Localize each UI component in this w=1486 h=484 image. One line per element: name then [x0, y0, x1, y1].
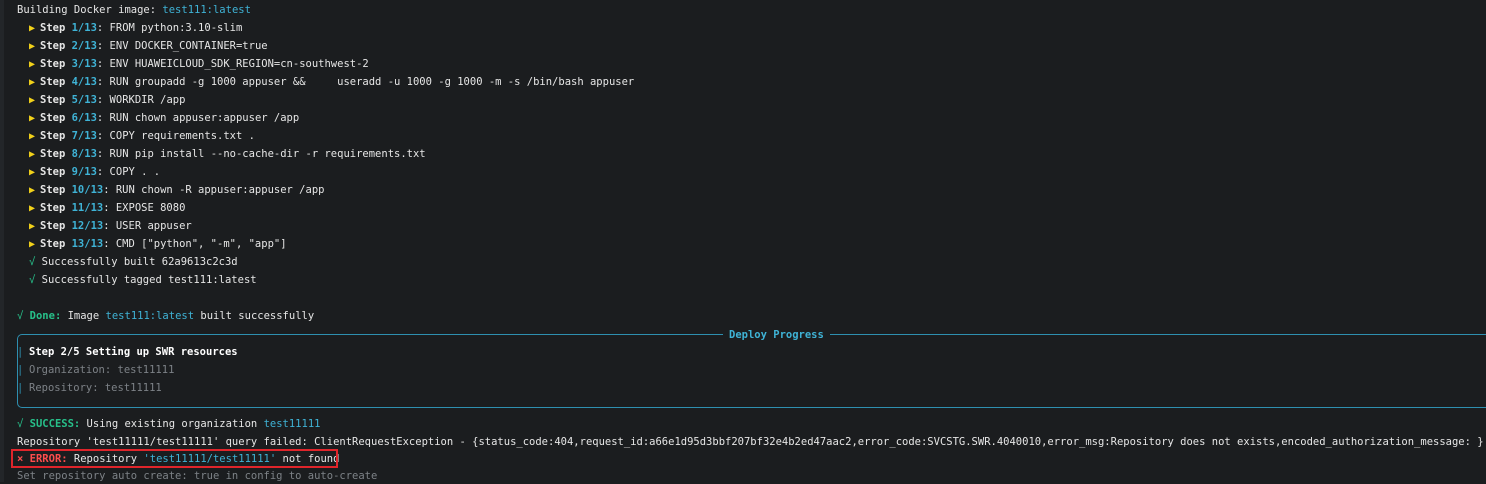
build-step-line: ▶ Step 11/13: EXPOSE 8080: [29, 200, 185, 216]
build-step-line: ▶ Step 12/13: USER appuser: [29, 218, 192, 234]
error-highlight-box: [11, 449, 338, 468]
step-command: : ENV HUAWEICLOUD_SDK_REGION=cn-southwes…: [96, 58, 369, 70]
step-arrow-icon: ▶: [29, 167, 36, 178]
step-arrow-icon: ▶: [29, 77, 36, 88]
step-command: : RUN groupadd -g 1000 appuser && userad…: [96, 76, 635, 88]
deploy-org-line: | Organization: test11111: [17, 362, 174, 378]
step-command: : RUN chown -R appuser:appuser /app: [103, 184, 325, 196]
success-label: SUCCESS:: [29, 418, 81, 430]
step-arrow-icon: ▶: [29, 185, 36, 196]
step-arrow-icon: ▶: [29, 221, 36, 232]
build-step-line: ▶ Step 3/13: ENV HUAWEICLOUD_SDK_REGION=c…: [29, 56, 369, 72]
built-line: √ Successfully built 62a9613c2c3d: [29, 254, 238, 270]
step-word: Step: [40, 184, 72, 196]
step-number: 5/13: [71, 94, 97, 106]
build-step-line: ▶ Step 6/13: RUN chown appuser:appuser /a…: [29, 110, 299, 126]
build-step-line: ▶ Step 1/13: FROM python:3.10-slim: [29, 20, 242, 36]
step-arrow-icon: ▶: [29, 203, 36, 214]
build-step-line: ▶ Step 9/13: COPY . .: [29, 164, 160, 180]
step-word: Step: [40, 148, 72, 160]
deploy-repo-text: Repository: test11111: [29, 382, 162, 394]
step-command: : WORKDIR /app: [96, 94, 186, 106]
step-number: 7/13: [71, 130, 97, 142]
step-command: : CMD ["python", "-m", "app"]: [103, 238, 287, 250]
terminal-gutter: [0, 0, 4, 482]
step-word: Step: [40, 166, 72, 178]
build-step-line: ▶ Step 13/13: CMD ["python", "-m", "app"]: [29, 236, 287, 252]
step-number: 12/13: [71, 220, 104, 232]
step-word: Step: [40, 202, 72, 214]
check-icon: √: [29, 274, 36, 286]
step-number: 1/13: [71, 22, 97, 34]
panel-bar-icon: |: [17, 382, 24, 394]
step-arrow-icon: ▶: [29, 149, 36, 160]
step-command: : ENV DOCKER_CONTAINER=true: [96, 40, 268, 52]
step-arrow-icon: ▶: [29, 95, 36, 106]
check-icon: √: [17, 418, 24, 430]
step-command: : RUN chown appuser:appuser /app: [96, 112, 300, 124]
step-arrow-icon: ▶: [29, 59, 36, 70]
step-number: 11/13: [71, 202, 104, 214]
build-step-line: ▶ Step 10/13: RUN chown -R appuser:appuse…: [29, 182, 324, 198]
step-number: 10/13: [71, 184, 104, 196]
step-word: Step: [40, 130, 72, 142]
build-step-line: ▶ Step 2/13: ENV DOCKER_CONTAINER=true: [29, 38, 268, 54]
build-step-line: ▶ Step 5/13: WORKDIR /app: [29, 92, 185, 108]
step-command: : EXPOSE 8080: [103, 202, 186, 214]
step-number: 9/13: [71, 166, 97, 178]
step-word: Step: [40, 220, 72, 232]
tagged-text: Successfully tagged test111:latest: [41, 274, 257, 286]
step-number: 3/13: [71, 58, 97, 70]
step-command: : FROM python:3.10-slim: [96, 22, 243, 34]
check-icon: √: [17, 310, 24, 322]
terminal-output: Building Docker image: test111:latest ▶ S…: [0, 0, 1486, 482]
step-number: 6/13: [71, 112, 97, 124]
deploy-progress-title: Deploy Progress: [723, 327, 830, 343]
build-step-line: ▶ Step 8/13: RUN pip install --no-cache-d…: [29, 146, 426, 162]
step-command: : RUN pip install --no-cache-dir -r requ…: [96, 148, 426, 160]
success-line: √ SUCCESS: Using existing organization t…: [17, 416, 320, 432]
step-arrow-icon: ▶: [29, 113, 36, 124]
step-number: 8/13: [71, 148, 97, 160]
build-header: Building Docker image: test111:latest: [17, 2, 251, 18]
build-header-image: test111:latest: [162, 4, 251, 16]
step-word: Step: [40, 76, 72, 88]
step-arrow-icon: ▶: [29, 23, 36, 34]
deploy-step-line: | Step 2/5 Setting up SWR resources: [17, 344, 238, 360]
step-number: 13/13: [71, 238, 104, 250]
deploy-repo-line: | Repository: test11111: [17, 380, 162, 396]
deploy-step-text: Step 2/5 Setting up SWR resources: [29, 346, 238, 358]
built-text: Successfully built 62a9613c2c3d: [41, 256, 238, 268]
done-image: test111:latest: [105, 310, 195, 322]
step-command: : COPY . .: [96, 166, 161, 178]
step-command: : COPY requirements.txt .: [96, 130, 255, 142]
success-org: test11111: [263, 418, 321, 430]
step-word: Step: [40, 238, 72, 250]
step-number: 2/13: [71, 40, 97, 52]
step-number: 4/13: [71, 76, 97, 88]
success-text: Using existing organization: [80, 418, 264, 430]
build-step-line: ▶ Step 7/13: COPY requirements.txt .: [29, 128, 255, 144]
build-header-prefix: Building Docker image:: [17, 4, 163, 16]
step-word: Step: [40, 40, 72, 52]
tagged-line: √ Successfully tagged test111:latest: [29, 272, 257, 288]
step-arrow-icon: ▶: [29, 41, 36, 52]
step-word: Step: [40, 112, 72, 124]
step-arrow-icon: ▶: [29, 239, 36, 250]
done-text-a: Image: [61, 310, 106, 322]
panel-bar-icon: |: [17, 364, 24, 376]
step-word: Step: [40, 94, 72, 106]
done-line: √ Done: Image test111:latest built succe…: [17, 308, 314, 324]
step-word: Step: [40, 22, 72, 34]
step-arrow-icon: ▶: [29, 131, 36, 142]
deploy-org-text: Organization: test11111: [29, 364, 175, 376]
done-text-b: built successfully: [194, 310, 315, 322]
build-step-line: ▶ Step 4/13: RUN groupadd -g 1000 appuser…: [29, 74, 634, 90]
done-label: Done:: [29, 310, 62, 322]
step-word: Step: [40, 58, 72, 70]
panel-bar-icon: |: [17, 346, 24, 358]
step-command: : USER appuser: [103, 220, 192, 232]
query-failed-line: Repository 'test11111/test11111' query f…: [17, 436, 1484, 448]
check-icon: √: [29, 256, 36, 268]
